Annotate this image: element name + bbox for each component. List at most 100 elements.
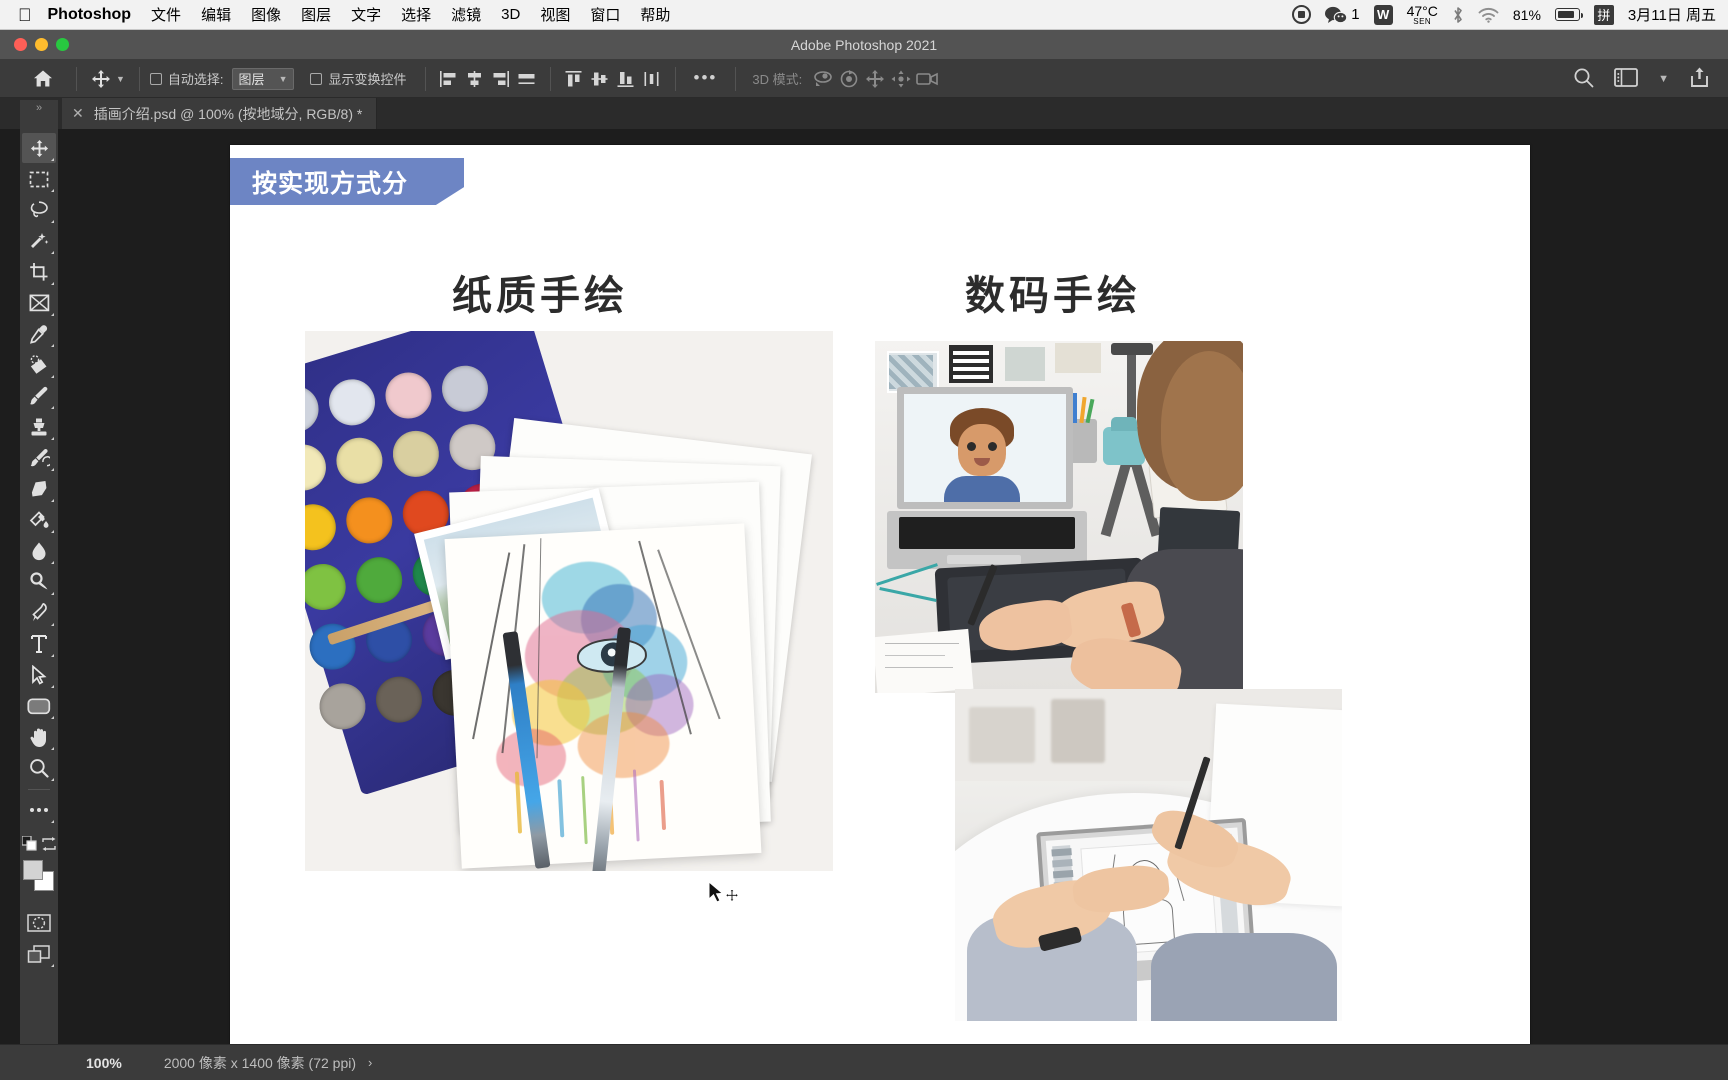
menu-item-help[interactable]: 帮助: [640, 4, 670, 25]
move-tool[interactable]: [22, 133, 56, 163]
menu-item-select[interactable]: 选择: [401, 4, 431, 25]
slide-3d-icon[interactable]: [888, 66, 914, 92]
auto-select-checkbox[interactable]: [149, 72, 162, 85]
move-cursor: [708, 880, 742, 911]
input-method-icon[interactable]: 拼: [1593, 4, 1614, 25]
blur-tool[interactable]: [22, 536, 56, 566]
eyedropper-tool[interactable]: [22, 319, 56, 349]
zoom-tool[interactable]: [22, 753, 56, 783]
menu-item-edit[interactable]: 编辑: [201, 4, 231, 25]
options-divider-5: [674, 66, 676, 91]
workspace-icon[interactable]: [1614, 67, 1639, 90]
menu-item-filter[interactable]: 滤镜: [451, 4, 481, 25]
temperature-indicator[interactable]: 47°C SEN: [1407, 4, 1438, 26]
roll-3d-icon[interactable]: [836, 66, 862, 92]
column-title-right: 数码手绘: [965, 273, 1141, 319]
default-colors-icon[interactable]: [21, 835, 37, 856]
wifi-icon[interactable]: [1478, 7, 1499, 23]
tools-panel: [20, 129, 58, 1044]
align-vertical-centers-icon[interactable]: [587, 66, 613, 92]
align-horizontal-centers-icon[interactable]: [462, 66, 488, 92]
canvas-work-area[interactable]: 按实现方式分 纸质手绘 数码手绘: [58, 129, 1728, 1044]
wps-icon[interactable]: W: [1373, 4, 1393, 25]
ellipsis-icon[interactable]: •••: [686, 69, 726, 86]
wechat-icon[interactable]: [1325, 6, 1348, 24]
menu-item-layer[interactable]: 图层: [301, 4, 331, 25]
menu-item-window[interactable]: 窗口: [590, 4, 620, 25]
toolbar-divider: [28, 789, 50, 790]
search-icon[interactable]: [1573, 67, 1594, 91]
options-divider-3: [424, 66, 426, 91]
pan-3d-icon[interactable]: [862, 66, 888, 92]
auto-select-label: 自动选择:: [167, 72, 224, 87]
orbit-3d-icon[interactable]: [810, 66, 836, 92]
close-icon[interactable]: ✕: [72, 105, 84, 122]
menu-status-items: 1 W 47°C SEN 81% 拼 3月11日 周五: [1278, 4, 1716, 26]
menu-item-3d[interactable]: 3D: [501, 6, 520, 23]
screen-record-icon[interactable]: [1292, 5, 1312, 24]
show-transform-checkbox[interactable]: [310, 72, 323, 85]
options-divider-2: [138, 66, 140, 91]
align-right-edges-icon[interactable]: [488, 66, 514, 92]
battery-icon[interactable]: [1554, 8, 1583, 21]
align-bottom-edges-icon[interactable]: [514, 66, 540, 92]
align-left-edges-icon[interactable]: [436, 66, 462, 92]
pen-tool[interactable]: [22, 598, 56, 628]
color-mini-controls: [21, 835, 56, 856]
home-icon[interactable]: [30, 66, 56, 92]
path-selection-tool[interactable]: [22, 660, 56, 690]
gradient-tool[interactable]: [22, 505, 56, 535]
align-top-edges-icon[interactable]: [561, 66, 587, 92]
temperature-value: 47°C: [1406, 2, 1438, 19]
healing-brush-tool[interactable]: [22, 350, 56, 380]
menu-app-name[interactable]: Photoshop: [48, 6, 132, 24]
swap-colors-icon[interactable]: [42, 836, 56, 856]
document-tab[interactable]: ✕ 插画介绍.psd @ 100% (按地域分, RGB/8) *: [62, 98, 378, 129]
toolbar-collapse-handle[interactable]: »: [20, 100, 58, 129]
options-divider-6: [735, 66, 737, 91]
mac-menu-bar:  Photoshop 文件 编辑 图像 图层 文字 选择 滤镜 3D 视图 窗…: [0, 0, 1728, 30]
lasso-tool[interactable]: [22, 195, 56, 225]
chevron-right-icon[interactable]: ›: [368, 1055, 372, 1070]
zoom-level[interactable]: 100%: [86, 1055, 122, 1071]
brush-tool[interactable]: [22, 381, 56, 411]
color-swatches[interactable]: [22, 860, 56, 892]
clone-stamp-tool[interactable]: [22, 412, 56, 442]
menu-item-image[interactable]: 图像: [251, 4, 281, 25]
apple-icon[interactable]: : [18, 6, 32, 24]
bluetooth-icon[interactable]: [1452, 6, 1464, 24]
menu-datetime[interactable]: 3月11日 周五: [1628, 4, 1716, 25]
type-tool[interactable]: [22, 629, 56, 659]
document-tab-bar: ✕ 插画介绍.psd @ 100% (按地域分, RGB/8) *: [0, 98, 1728, 129]
temperature-sublabel: SEN: [1413, 16, 1432, 26]
distribute-horizontal-icon[interactable]: [639, 66, 665, 92]
magic-wand-tool[interactable]: [22, 226, 56, 256]
hand-tool[interactable]: [22, 722, 56, 752]
share-icon[interactable]: [1689, 66, 1710, 91]
rectangle-shape-tool[interactable]: [22, 691, 56, 721]
dodge-tool[interactable]: [22, 567, 56, 597]
auto-select-dropdown[interactable]: 图层 ▼: [231, 67, 295, 90]
options-divider-4: [549, 66, 551, 91]
menu-item-file[interactable]: 文件: [151, 4, 181, 25]
history-brush-tool[interactable]: [22, 443, 56, 473]
document-canvas[interactable]: 按实现方式分 纸质手绘 数码手绘: [230, 145, 1530, 1044]
foreground-color-swatch[interactable]: [23, 860, 43, 880]
camera-3d-icon[interactable]: [914, 66, 940, 92]
current-tool-indicator[interactable]: ▼: [87, 69, 129, 89]
document-dimensions: 2000 像素 x 1400 像素 (72 ppi): [163, 1054, 357, 1071]
edit-toolbar-tool[interactable]: [22, 795, 56, 825]
menu-item-view[interactable]: 视图: [540, 4, 570, 25]
chevron-down-icon[interactable]: ▼: [116, 74, 125, 84]
screen-mode-icon[interactable]: [22, 939, 56, 969]
rectangular-marquee-tool[interactable]: [22, 164, 56, 194]
crop-tool[interactable]: [22, 257, 56, 287]
chevron-down-icon[interactable]: ▼: [1658, 73, 1669, 85]
document-tab-label: 插画介绍.psd @ 100% (按地域分, RGB/8) *: [93, 105, 363, 122]
frame-tool[interactable]: [22, 288, 56, 318]
distribute-icon[interactable]: [613, 66, 639, 92]
eraser-tool[interactable]: [22, 474, 56, 504]
menu-item-type[interactable]: 文字: [351, 4, 381, 25]
quick-mask-icon[interactable]: [22, 908, 56, 938]
options-bar: ▼ 自动选择: 图层 ▼ 显示变换控件 ••• 3D 模式: ▼: [0, 60, 1728, 98]
